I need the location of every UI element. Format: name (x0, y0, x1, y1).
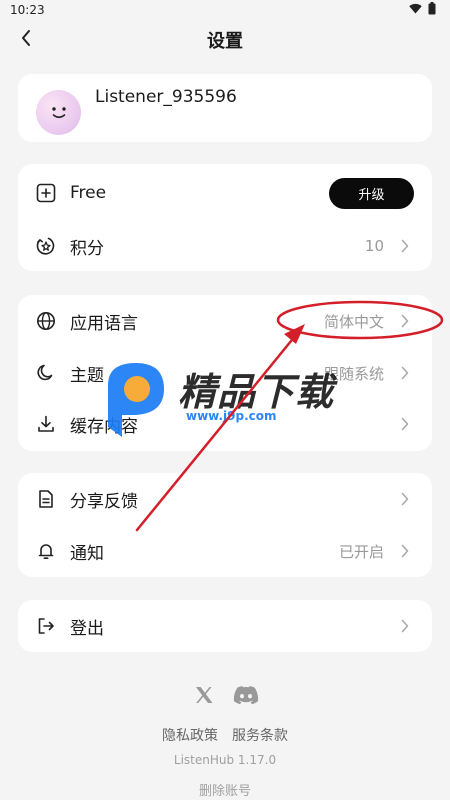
delete-account-link[interactable]: 删除账号 (0, 780, 450, 799)
cache-label: 缓存内容 (70, 416, 138, 437)
discord-icon[interactable] (233, 684, 259, 706)
chevron-right-icon (392, 417, 418, 431)
username: Listener_935596 (95, 87, 237, 107)
chevron-right-icon (392, 544, 418, 558)
logout-label: 登出 (70, 618, 104, 639)
theme-label: 主题 (70, 365, 104, 386)
globe-icon (35, 310, 57, 332)
support-card: 分享反馈 通知 已开启 (18, 473, 432, 577)
chevron-right-icon (392, 619, 418, 633)
points-value: 10 (364, 237, 384, 255)
plan-name: Free (70, 183, 107, 203)
status-bar: 10:23 (0, 0, 450, 20)
language-value: 简体中文 (323, 312, 384, 331)
status-time: 10:23 (10, 3, 45, 17)
page-title: 设置 (207, 31, 243, 52)
feedback-row[interactable]: 分享反馈 (18, 474, 432, 524)
logout-icon (35, 615, 57, 637)
terms-link[interactable]: 服务条款 (232, 725, 288, 745)
cache-row[interactable]: 缓存内容 (18, 399, 432, 449)
back-button[interactable] (14, 28, 38, 52)
battery-icon (428, 2, 436, 18)
plan-card: Free 升级 积分 10 (18, 164, 432, 271)
points-label: 积分 (70, 238, 104, 259)
avatar (36, 89, 81, 135)
chevron-right-icon (392, 239, 418, 253)
language-row[interactable]: 应用语言 简体中文 (18, 296, 432, 346)
notifications-label: 通知 (70, 543, 104, 564)
plus-square-icon (35, 182, 57, 204)
privacy-link[interactable]: 隐私政策 (162, 725, 218, 745)
profile-card[interactable]: Listener_935596 (18, 74, 432, 142)
plan-row: Free 升级 (18, 168, 432, 218)
page-header: 设置 (0, 20, 450, 60)
points-row[interactable]: 积分 10 (18, 221, 432, 271)
wifi-icon (409, 3, 422, 17)
points-icon (35, 235, 57, 257)
preferences-card: 应用语言 简体中文 主题 跟随系统 缓存内容 (18, 295, 432, 451)
notifications-row[interactable]: 通知 已开启 (18, 526, 432, 576)
moon-icon (35, 362, 57, 384)
logout-card: 登出 (18, 600, 432, 652)
feedback-label: 分享反馈 (70, 491, 138, 512)
language-label: 应用语言 (70, 313, 138, 334)
bell-icon (35, 540, 57, 562)
theme-row[interactable]: 主题 跟随系统 (18, 348, 432, 398)
chevron-right-icon (392, 314, 418, 328)
upgrade-button[interactable]: 升级 (329, 177, 414, 209)
download-icon (35, 413, 57, 435)
legal-links: 隐私政策 服务条款 (0, 725, 450, 745)
x-icon[interactable] (191, 684, 217, 706)
social-links (0, 684, 450, 706)
notifications-value: 已开启 (338, 542, 384, 561)
document-icon (35, 488, 57, 510)
app-version: ListenHub 1.17.0 (173, 753, 277, 767)
chevron-right-icon (392, 366, 418, 380)
chevron-left-icon (20, 29, 32, 51)
logout-row[interactable]: 登出 (18, 601, 432, 651)
status-icons (409, 2, 436, 18)
chevron-right-icon (392, 492, 418, 506)
theme-value: 跟随系统 (323, 364, 384, 383)
